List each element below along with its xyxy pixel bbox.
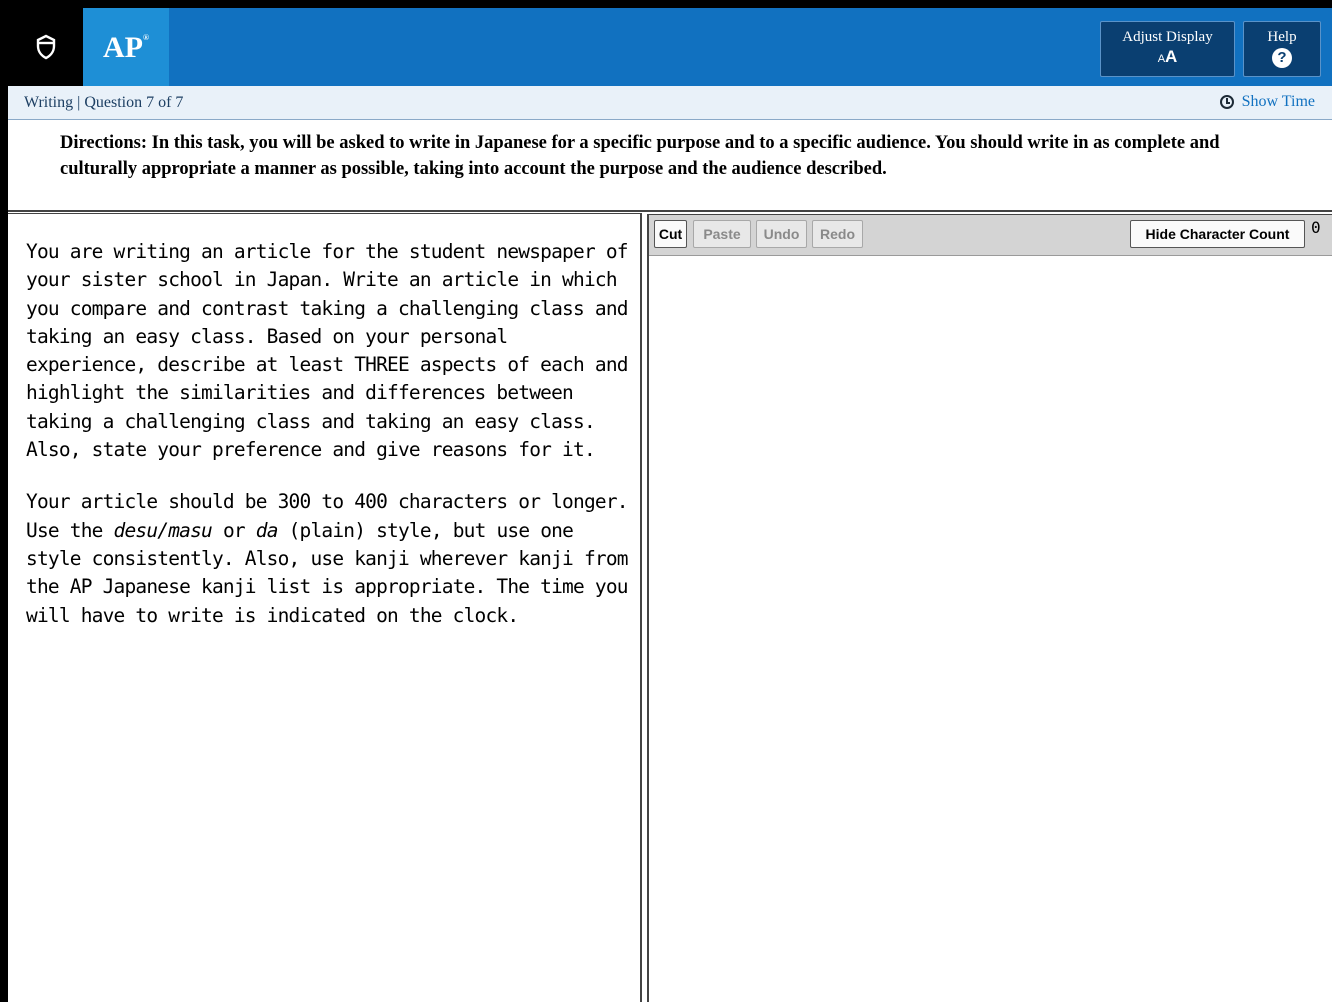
prompt-pane: You are writing an article for the stude… — [8, 213, 642, 1002]
question-status-bar: Writing | Question 7 of 7 Show Time — [8, 86, 1332, 120]
paste-button[interactable]: Paste — [693, 220, 751, 248]
registered-mark: ® — [143, 33, 149, 42]
response-editor[interactable] — [649, 256, 1332, 1002]
da-term: da — [255, 518, 279, 542]
acorn-icon — [36, 34, 55, 60]
question-icon: ? — [1272, 48, 1292, 68]
app-header: AP® Adjust Display AA Help ? — [8, 8, 1332, 86]
cut-button[interactable]: Cut — [654, 220, 687, 248]
adjust-display-label: Adjust Display — [1122, 29, 1213, 45]
college-board-logo — [8, 8, 83, 86]
response-pane: Cut Paste Undo Redo Hide Character Count… — [647, 214, 1332, 1002]
directions-text: Directions: In this task, you will be as… — [8, 120, 1332, 212]
undo-button[interactable]: Undo — [756, 220, 807, 248]
exam-window: AP® Adjust Display AA Help ? Writing | Q… — [8, 8, 1332, 1002]
hide-character-count-button[interactable]: Hide Character Count — [1130, 220, 1305, 248]
show-time-label: Show Time — [1241, 93, 1315, 110]
text-size-icon: AA — [1157, 47, 1178, 66]
question-progress: Writing | Question 7 of 7 — [24, 94, 184, 111]
ap-logo: AP® — [83, 8, 169, 86]
show-time-toggle[interactable]: Show Time — [1219, 93, 1315, 111]
help-label: Help — [1267, 29, 1297, 45]
help-button[interactable]: Help ? — [1243, 21, 1321, 77]
adjust-display-button[interactable]: Adjust Display AA — [1100, 21, 1235, 77]
desu-masu-term: desu/masu — [113, 518, 213, 542]
prompt-paragraph-1: You are writing an article for the stude… — [26, 240, 629, 462]
redo-button[interactable]: Redo — [812, 220, 863, 248]
clock-icon — [1219, 95, 1234, 109]
ap-brand-text: AP — [103, 31, 143, 64]
editor-toolbar: Cut Paste Undo Redo Hide Character Count… — [649, 215, 1332, 256]
prompt-paragraph-2: Your article should be 300 to 400 charac… — [26, 490, 629, 627]
character-count: 0 — [1311, 218, 1321, 237]
